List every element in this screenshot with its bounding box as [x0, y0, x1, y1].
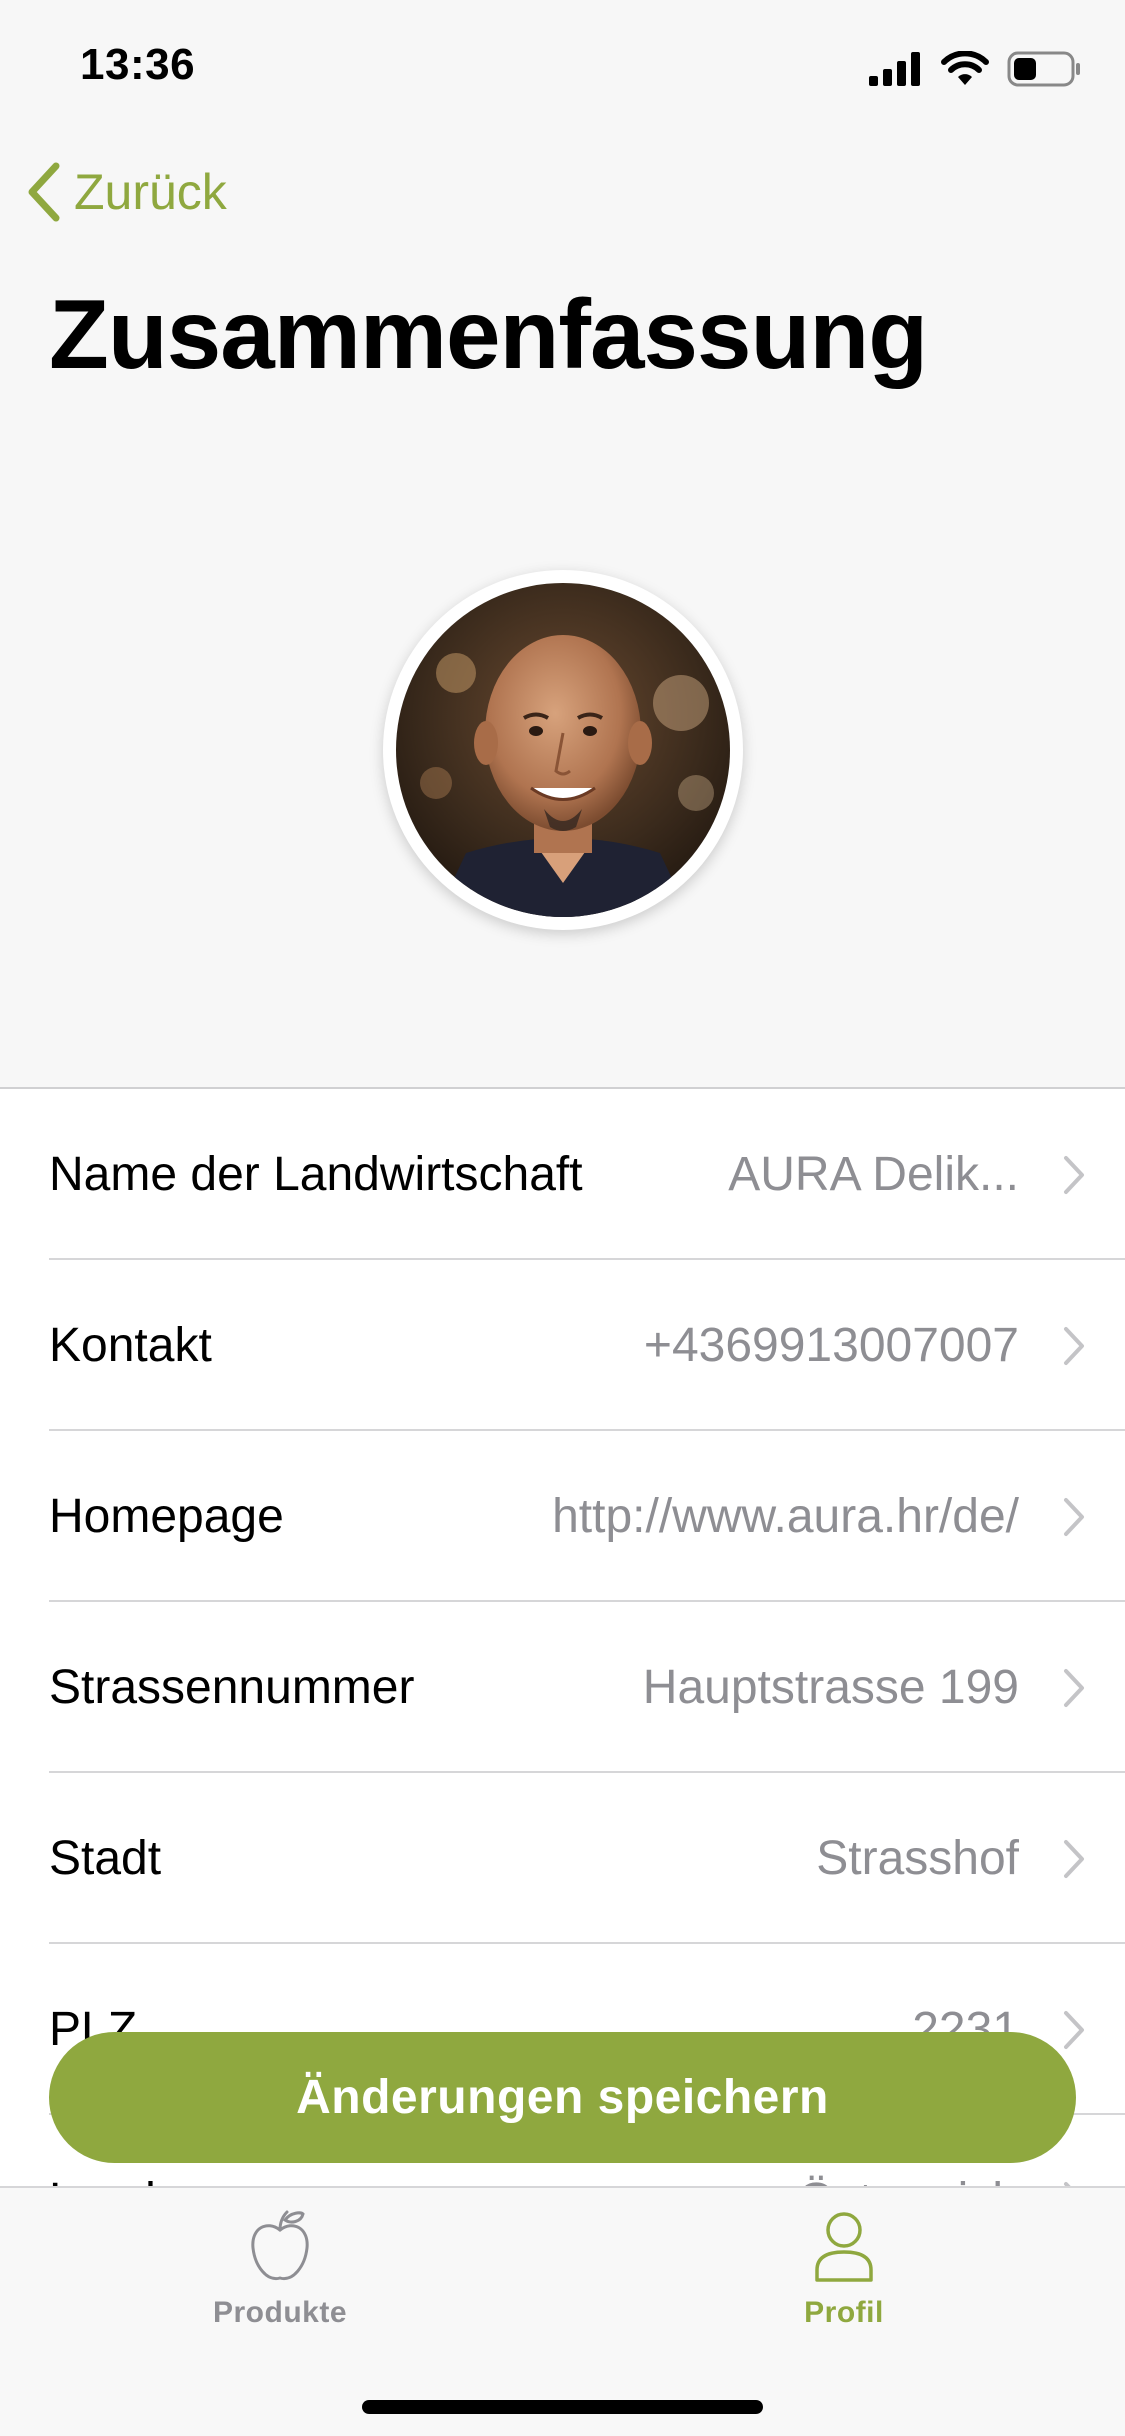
profile-fields-list: Name der Landwirtschaft AURA Delik... Ko…	[0, 1087, 1125, 2187]
status-bar: 13:36	[0, 0, 1125, 135]
field-label: Kontakt	[49, 1319, 212, 1372]
profile-photo	[396, 583, 730, 917]
page-title: Zusammenfassung	[49, 279, 928, 389]
chevron-left-icon	[28, 162, 60, 222]
tab-profil[interactable]: Profil	[694, 2208, 994, 2330]
chevron-right-icon	[1064, 2010, 1084, 2049]
field-value: AURA Delik...	[728, 1148, 1019, 1201]
field-row-street[interactable]: Strassennummer Hauptstrasse 199	[0, 1602, 1125, 1773]
tab-label: Profil	[804, 2296, 884, 2329]
save-changes-button[interactable]: Änderungen speichern	[49, 2032, 1076, 2163]
field-value: Hauptstrasse 199	[642, 1661, 1019, 1714]
tab-bar: Produkte Profil	[0, 2186, 1125, 2436]
chevron-right-icon	[1064, 1155, 1084, 1194]
field-value: Österreich	[798, 2173, 1019, 2187]
status-time: 13:36	[80, 40, 196, 89]
field-row-farm-name[interactable]: Name der Landwirtschaft AURA Delik...	[0, 1089, 1125, 1260]
home-indicator[interactable]	[362, 2400, 763, 2414]
tab-produkte[interactable]: Produkte	[130, 2208, 430, 2330]
chevron-right-icon	[1064, 1497, 1084, 1536]
cellular-signal-icon	[869, 52, 920, 86]
field-row-city[interactable]: Stadt Strasshof	[0, 1773, 1125, 1944]
field-label: Name der Landwirtschaft	[49, 1148, 583, 1201]
person-icon	[815, 2212, 873, 2282]
field-label: Strassennummer	[49, 1661, 415, 1714]
field-row-homepage[interactable]: Homepage http://www.aura.hr/de/	[0, 1431, 1125, 1602]
apple-icon	[251, 2210, 309, 2281]
battery-icon	[1007, 51, 1080, 87]
back-label: Zurück	[74, 164, 227, 220]
field-label: Land	[49, 2173, 156, 2187]
status-icons	[869, 46, 1081, 92]
field-value: Strasshof	[816, 1832, 1019, 1885]
chevron-right-icon	[1064, 1326, 1084, 1365]
tab-label: Produkte	[212, 2296, 348, 2329]
chevron-right-icon	[1064, 1668, 1084, 1707]
chevron-right-icon	[1064, 1839, 1084, 1878]
wifi-icon	[941, 51, 989, 85]
field-value: +4369913007007	[643, 1319, 1019, 1372]
field-row-contact[interactable]: Kontakt +4369913007007	[0, 1260, 1125, 1431]
avatar[interactable]	[383, 570, 743, 930]
field-value: http://www.aura.hr/de/	[552, 1490, 1019, 1543]
field-label: Stadt	[49, 1832, 162, 1885]
field-label: Homepage	[49, 1490, 284, 1543]
back-button[interactable]: Zurück	[24, 160, 227, 224]
